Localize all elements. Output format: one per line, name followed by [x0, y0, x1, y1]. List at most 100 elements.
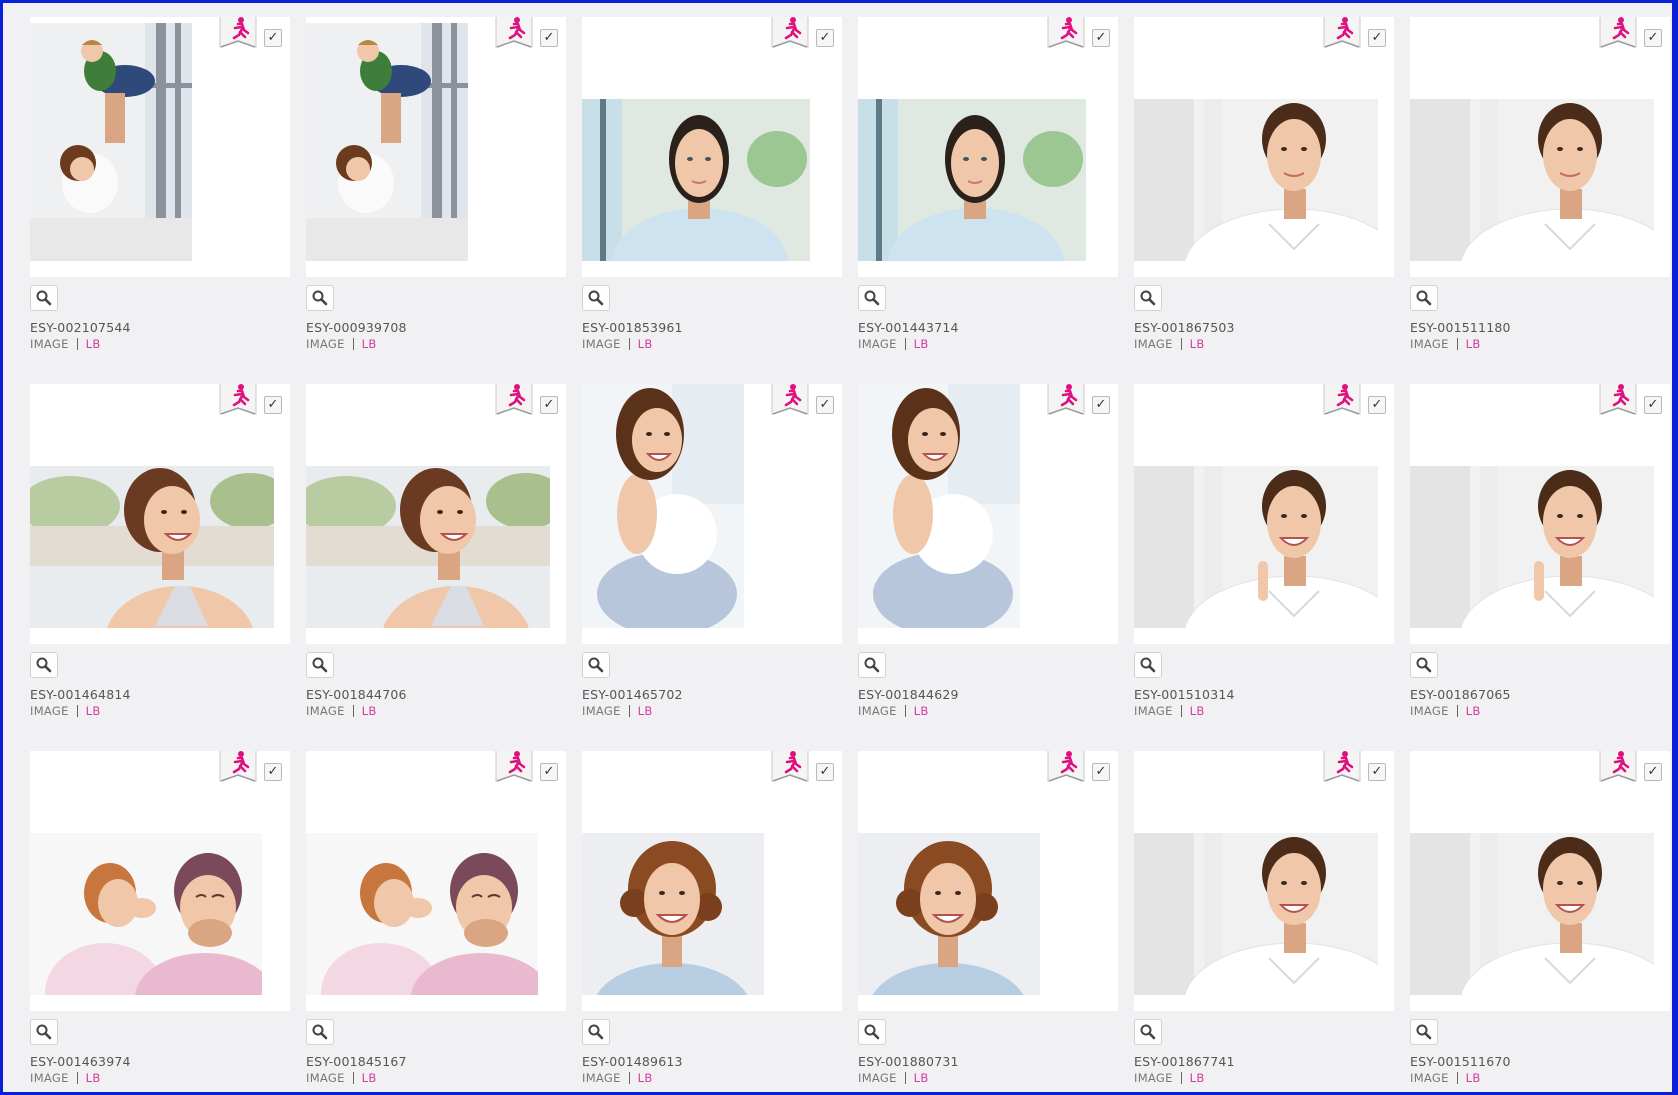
- image-code[interactable]: ESY-001443714: [858, 320, 959, 335]
- running-figure-icon[interactable]: [1322, 751, 1362, 787]
- running-figure-icon[interactable]: [770, 17, 810, 53]
- image-code[interactable]: ESY-001867503: [1134, 320, 1235, 335]
- running-figure-icon[interactable]: [218, 17, 258, 53]
- lightbox-link[interactable]: LB: [86, 1071, 101, 1085]
- magnifier-icon[interactable]: [1410, 652, 1438, 678]
- thumbnail[interactable]: ✓: [1410, 17, 1670, 277]
- magnifier-icon[interactable]: [306, 652, 334, 678]
- photo-smiling-woman-outdoors[interactable]: [306, 466, 550, 628]
- photo-woman-sitting-smiling[interactable]: [858, 384, 1020, 628]
- select-checkbox[interactable]: ✓: [1644, 29, 1662, 47]
- running-figure-icon[interactable]: [218, 384, 258, 420]
- magnifier-icon[interactable]: [582, 652, 610, 678]
- photo-woman-thinking-smile[interactable]: [1410, 466, 1654, 628]
- image-code[interactable]: ESY-001845167: [306, 1054, 407, 1069]
- image-code[interactable]: ESY-001844706: [306, 687, 407, 702]
- magnifier-icon[interactable]: [1134, 652, 1162, 678]
- thumbnail[interactable]: ✓: [858, 751, 1118, 1011]
- image-code[interactable]: ESY-001464814: [30, 687, 131, 702]
- image-result-card[interactable]: ✓ ESY-001845167 IMAGE LB: [306, 751, 566, 1092]
- select-checkbox[interactable]: ✓: [540, 396, 558, 414]
- thumbnail[interactable]: ✓: [858, 384, 1118, 644]
- photo-woman-white-shirt[interactable]: [1134, 99, 1378, 261]
- photo-woman-light-blue-shirt[interactable]: [582, 99, 810, 261]
- image-code[interactable]: ESY-001489613: [582, 1054, 683, 1069]
- image-code[interactable]: ESY-001511670: [1410, 1054, 1511, 1069]
- lightbox-link[interactable]: LB: [638, 1071, 653, 1085]
- running-figure-icon[interactable]: [1046, 751, 1086, 787]
- image-result-card[interactable]: ✓ ESY-000939708 IMAGE LB: [306, 17, 566, 373]
- magnifier-icon[interactable]: [858, 1019, 886, 1045]
- photo-father-lifting-child[interactable]: [30, 23, 192, 261]
- lightbox-link[interactable]: LB: [914, 1071, 929, 1085]
- photo-woman-white-shirt[interactable]: [1410, 99, 1654, 261]
- select-checkbox[interactable]: ✓: [1092, 396, 1110, 414]
- thumbnail[interactable]: ✓: [858, 17, 1118, 277]
- image-result-card[interactable]: ✓ ESY-001489613 IMAGE LB: [582, 751, 842, 1092]
- thumbnail[interactable]: ✓: [1134, 384, 1394, 644]
- select-checkbox[interactable]: ✓: [816, 763, 834, 781]
- select-checkbox[interactable]: ✓: [1644, 396, 1662, 414]
- magnifier-icon[interactable]: [582, 285, 610, 311]
- photo-woman-sitting-smiling[interactable]: [582, 384, 744, 628]
- image-code[interactable]: ESY-001867741: [1134, 1054, 1235, 1069]
- photo-woman-white-shirt-smile[interactable]: [1134, 833, 1378, 995]
- magnifier-icon[interactable]: [30, 1019, 58, 1045]
- running-figure-icon[interactable]: [1322, 17, 1362, 53]
- thumbnail[interactable]: ✓: [1134, 751, 1394, 1011]
- lightbox-link[interactable]: LB: [1466, 704, 1481, 718]
- select-checkbox[interactable]: ✓: [816, 29, 834, 47]
- select-checkbox[interactable]: ✓: [1368, 29, 1386, 47]
- image-code[interactable]: ESY-001880731: [858, 1054, 959, 1069]
- magnifier-icon[interactable]: [1410, 285, 1438, 311]
- photo-curly-hair-woman-smiling[interactable]: [582, 833, 764, 995]
- photo-woman-white-shirt-smile[interactable]: [1410, 833, 1654, 995]
- photo-father-lifting-child[interactable]: [306, 23, 468, 261]
- running-figure-icon[interactable]: [1046, 17, 1086, 53]
- thumbnail[interactable]: ✓: [1410, 751, 1670, 1011]
- thumbnail[interactable]: ✓: [30, 751, 290, 1011]
- image-code[interactable]: ESY-001844629: [858, 687, 959, 702]
- select-checkbox[interactable]: ✓: [264, 396, 282, 414]
- select-checkbox[interactable]: ✓: [1368, 396, 1386, 414]
- running-figure-icon[interactable]: [1598, 751, 1638, 787]
- lightbox-link[interactable]: LB: [1466, 337, 1481, 351]
- photo-smiling-woman-outdoors[interactable]: [30, 466, 274, 628]
- running-figure-icon[interactable]: [770, 384, 810, 420]
- image-code[interactable]: ESY-001511180: [1410, 320, 1511, 335]
- magnifier-icon[interactable]: [306, 1019, 334, 1045]
- lightbox-link[interactable]: LB: [1190, 704, 1205, 718]
- photo-curly-hair-woman-smiling[interactable]: [858, 833, 1040, 995]
- image-code[interactable]: ESY-002107544: [30, 320, 131, 335]
- lightbox-link[interactable]: LB: [638, 704, 653, 718]
- thumbnail[interactable]: ✓: [306, 751, 566, 1011]
- select-checkbox[interactable]: ✓: [1092, 763, 1110, 781]
- image-result-card[interactable]: ✓ ESY-001511670 IMAGE LB: [1410, 751, 1670, 1092]
- lightbox-link[interactable]: LB: [914, 704, 929, 718]
- image-code[interactable]: ESY-001463974: [30, 1054, 131, 1069]
- magnifier-icon[interactable]: [1134, 285, 1162, 311]
- photo-girl-whispering-grandmother[interactable]: [30, 833, 262, 995]
- magnifier-icon[interactable]: [30, 285, 58, 311]
- image-result-card[interactable]: ✓ ESY-001465702 IMAGE LB: [582, 384, 842, 740]
- lightbox-link[interactable]: LB: [638, 337, 653, 351]
- select-checkbox[interactable]: ✓: [816, 396, 834, 414]
- lightbox-link[interactable]: LB: [362, 337, 377, 351]
- lightbox-link[interactable]: LB: [1190, 337, 1205, 351]
- lightbox-link[interactable]: LB: [362, 704, 377, 718]
- thumbnail[interactable]: ✓: [306, 17, 566, 277]
- select-checkbox[interactable]: ✓: [540, 29, 558, 47]
- image-code[interactable]: ESY-001510314: [1134, 687, 1235, 702]
- running-figure-icon[interactable]: [1322, 384, 1362, 420]
- image-code[interactable]: ESY-001867065: [1410, 687, 1511, 702]
- photo-girl-whispering-grandmother[interactable]: [306, 833, 538, 995]
- photo-woman-thinking-smile[interactable]: [1134, 466, 1378, 628]
- thumbnail[interactable]: ✓: [582, 751, 842, 1011]
- running-figure-icon[interactable]: [1598, 384, 1638, 420]
- lightbox-link[interactable]: LB: [1190, 1071, 1205, 1085]
- image-result-card[interactable]: ✓ ESY-001880731 IMAGE LB: [858, 751, 1118, 1092]
- running-figure-icon[interactable]: [1598, 17, 1638, 53]
- image-result-card[interactable]: ✓ ESY-001443714 IMAGE LB: [858, 17, 1118, 373]
- thumbnail[interactable]: ✓: [30, 17, 290, 277]
- image-result-card[interactable]: ✓ ESY-001844706 IMAGE LB: [306, 384, 566, 740]
